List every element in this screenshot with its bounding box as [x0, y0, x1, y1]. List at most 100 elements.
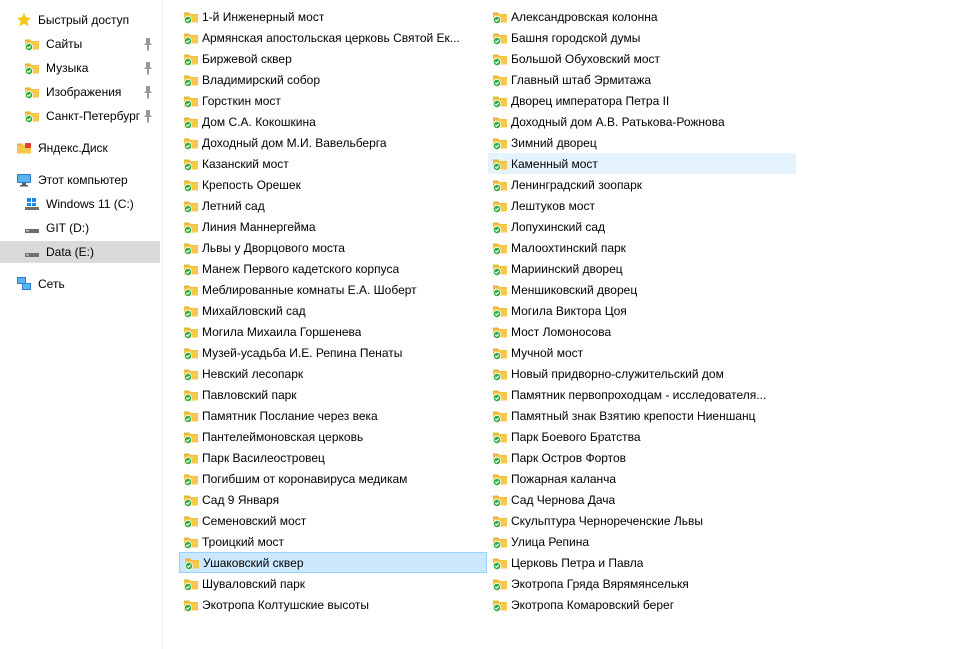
folder-item[interactable]: Пантелеймоновская церковь	[179, 426, 487, 447]
synced-folder-icon	[492, 282, 508, 298]
pin-icon[interactable]	[142, 85, 154, 99]
folder-item[interactable]: Крепость Орешек	[179, 174, 487, 195]
nav-item-яндекс-диск[interactable]: Яндекс.Диск	[16, 137, 160, 159]
folder-item[interactable]: Пожарная каланча	[488, 468, 796, 489]
folder-item[interactable]: Большой Обуховский мост	[488, 48, 796, 69]
folder-item[interactable]: Каменный мост	[488, 153, 796, 174]
folder-item[interactable]: Мост Ломоносова	[488, 321, 796, 342]
folder-item[interactable]: Парк Василеостровец	[179, 447, 487, 468]
folder-item[interactable]: Ушаковский сквер	[179, 552, 487, 573]
synced-folder-icon	[24, 84, 40, 100]
folder-item[interactable]: Скульптура Чернореченские Львы	[488, 510, 796, 531]
folder-item[interactable]: Мариинский дворец	[488, 258, 796, 279]
folder-item[interactable]: Львы у Дворцового моста	[179, 237, 487, 258]
folder-item[interactable]: Памятник Послание через века	[179, 405, 487, 426]
nav-item-data-e[interactable]: Data (E:)	[0, 241, 160, 263]
synced-folder-icon	[183, 240, 199, 256]
folder-item[interactable]: Михайловский сад	[179, 300, 487, 321]
folder-item[interactable]: Сад Чернова Дача	[488, 489, 796, 510]
nav-item-изображения[interactable]: Изображения	[24, 81, 160, 103]
nav-item-сайты[interactable]: Сайты	[24, 33, 160, 55]
folder-item[interactable]: Владимирский собор	[179, 69, 487, 90]
folder-item[interactable]: Павловский парк	[179, 384, 487, 405]
folder-item[interactable]: Лопухинский сад	[488, 216, 796, 237]
folder-item[interactable]: Мучной мост	[488, 342, 796, 363]
folder-item[interactable]: Погибшим от коронавируса медикам	[179, 468, 487, 489]
nav-item-git-d[interactable]: GIT (D:)	[24, 217, 160, 239]
nav-item-label: Windows 11 (C:)	[46, 197, 134, 211]
folder-name: Доходный дом М.И. Вавельберга	[202, 135, 387, 150]
folder-item[interactable]: Казанский мост	[179, 153, 487, 174]
nav-item-label: Data (E:)	[46, 245, 95, 259]
folder-item[interactable]: Дом С.А. Кокошкина	[179, 111, 487, 132]
folder-item[interactable]: Церковь Петра и Павла	[488, 552, 796, 573]
folder-name: Дворец императора Петра II	[511, 93, 670, 108]
nav-item-windows-11-c[interactable]: Windows 11 (C:)	[24, 193, 160, 215]
folder-name: Улица Репина	[511, 534, 590, 549]
folder-item[interactable]: Армянская апостольская церковь Святой Ек…	[179, 27, 487, 48]
folder-item[interactable]: Меншиковский дворец	[488, 279, 796, 300]
folder-item[interactable]: Памятный знак Взятию крепости Ниеншанц	[488, 405, 796, 426]
folder-item[interactable]: Доходный дом М.И. Вавельберга	[179, 132, 487, 153]
folder-item[interactable]: 1-й Инженерный мост	[179, 6, 487, 27]
synced-folder-icon	[183, 177, 199, 193]
folder-item[interactable]: Парк Боевого Братства	[488, 426, 796, 447]
folder-item[interactable]: Манеж Первого кадетского корпуса	[179, 258, 487, 279]
folder-item[interactable]: Главный штаб Эрмитажа	[488, 69, 796, 90]
folder-item[interactable]: Малоохтинский парк	[488, 237, 796, 258]
folder-name: Башня городской думы	[511, 30, 641, 45]
pin-icon[interactable]	[142, 37, 154, 51]
pin-icon[interactable]	[142, 61, 154, 75]
synced-folder-icon	[183, 303, 199, 319]
folder-item[interactable]: Памятник первопроходцам - исследователя.…	[488, 384, 796, 405]
folder-item[interactable]: Летний сад	[179, 195, 487, 216]
folder-item[interactable]: Новый придворно-служительский дом	[488, 363, 796, 384]
folder-item[interactable]: Невский лесопарк	[179, 363, 487, 384]
folder-item[interactable]: Могила Михаила Горшенева	[179, 321, 487, 342]
folder-item[interactable]: Семеновский мост	[179, 510, 487, 531]
folder-item[interactable]: Башня городской думы	[488, 27, 796, 48]
windows-drive-icon	[24, 196, 40, 212]
folder-item[interactable]: Биржевой сквер	[179, 48, 487, 69]
pin-icon[interactable]	[142, 109, 154, 123]
synced-folder-icon	[492, 408, 508, 424]
folder-item[interactable]: Дворец императора Петра II	[488, 90, 796, 111]
nav-item-этот-компьютер[interactable]: Этот компьютер	[16, 169, 160, 191]
folder-item[interactable]: Лештуков мост	[488, 195, 796, 216]
folder-item[interactable]: Шуваловский парк	[179, 573, 487, 594]
folder-item[interactable]: Ленинградский зоопарк	[488, 174, 796, 195]
nav-item-музыка[interactable]: Музыка	[24, 57, 160, 79]
synced-folder-icon	[24, 60, 40, 76]
folder-item[interactable]: Парк Остров Фортов	[488, 447, 796, 468]
folder-item[interactable]: Линия Маннергейма	[179, 216, 487, 237]
folder-item[interactable]: Зимний дворец	[488, 132, 796, 153]
folder-item[interactable]: Могила Виктора Цоя	[488, 300, 796, 321]
folder-item[interactable]: Экотропа Колтушские высоты	[179, 594, 487, 615]
nav-item-сеть[interactable]: Сеть	[16, 273, 160, 295]
folder-name: Экотропа Гряда Вярямянселькя	[511, 576, 689, 591]
nav-item-санкт-петербург[interactable]: Санкт-Петербург	[24, 105, 160, 127]
folder-item[interactable]: Экотропа Гряда Вярямянселькя	[488, 573, 796, 594]
folder-item[interactable]: Горсткин мост	[179, 90, 487, 111]
drive-icon	[24, 220, 40, 236]
synced-folder-icon	[492, 576, 508, 592]
folder-item[interactable]: Троицкий мост	[179, 531, 487, 552]
folder-item[interactable]: Экотропа Комаровский берег	[488, 594, 796, 615]
folder-item[interactable]: Меблированные комнаты Е.А. Шоберт	[179, 279, 487, 300]
drive-icon	[24, 244, 40, 260]
folder-item[interactable]: Музей-усадьба И.Е. Репина Пенаты	[179, 342, 487, 363]
synced-folder-icon	[183, 114, 199, 130]
synced-folder-icon	[492, 156, 508, 172]
folder-name: Меблированные комнаты Е.А. Шоберт	[202, 282, 417, 297]
folder-item[interactable]: Доходный дом А.В. Ратькова-Рожнова	[488, 111, 796, 132]
synced-folder-icon	[492, 429, 508, 445]
synced-folder-icon	[183, 135, 199, 151]
synced-folder-icon	[183, 408, 199, 424]
folder-name: Могила Виктора Цоя	[511, 303, 627, 318]
folder-item[interactable]: Улица Репина	[488, 531, 796, 552]
synced-folder-icon	[492, 387, 508, 403]
folder-name: Главный штаб Эрмитажа	[511, 72, 652, 87]
folder-item[interactable]: Александровская колонна	[488, 6, 796, 27]
folder-item[interactable]: Сад 9 Января	[179, 489, 487, 510]
nav-item-быстрый-доступ[interactable]: Быстрый доступ	[16, 9, 160, 31]
